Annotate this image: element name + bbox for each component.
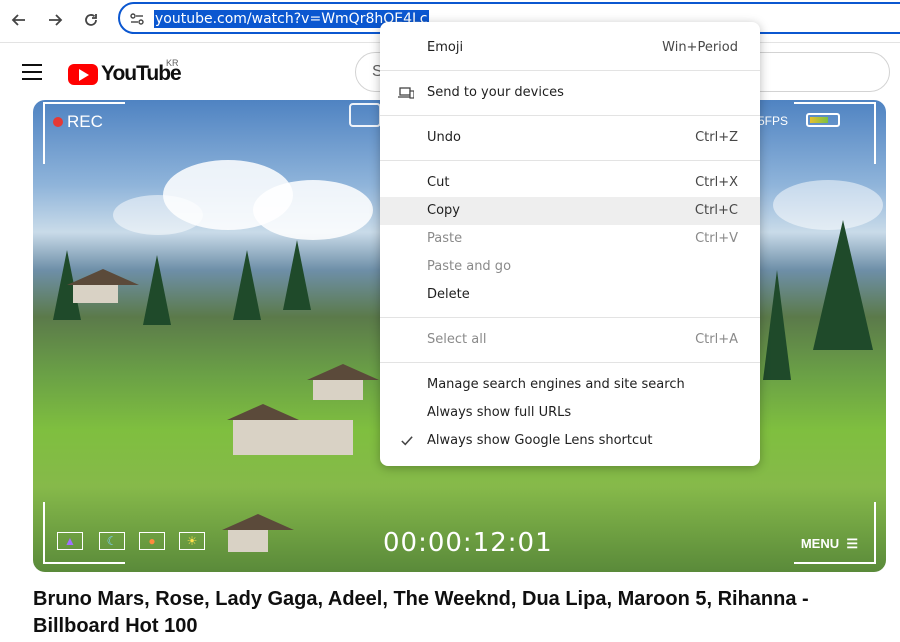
menu-item-label: Delete bbox=[427, 287, 470, 302]
arrow-left-icon bbox=[11, 14, 25, 26]
menu-item-label: Send to your devices bbox=[427, 85, 564, 100]
menu-item-label: Always show Google Lens shortcut bbox=[427, 433, 653, 448]
rec-label: REC bbox=[67, 112, 103, 131]
video-menu-label: MENU bbox=[800, 536, 840, 551]
timecode: 00:00:12:01 bbox=[383, 528, 553, 558]
devices-icon bbox=[398, 87, 414, 99]
menu-separator bbox=[380, 317, 760, 318]
hamburger-menu-icon[interactable] bbox=[22, 64, 42, 80]
youtube-logo[interactable]: YouTube bbox=[68, 62, 182, 86]
menu-item-select-all[interactable]: Select all Ctrl+A bbox=[380, 326, 760, 354]
menu-item-shortcut: Ctrl+C bbox=[694, 203, 738, 218]
menu-separator bbox=[380, 70, 760, 71]
menu-item-undo[interactable]: Undo Ctrl+Z bbox=[380, 124, 760, 152]
menu-item-delete[interactable]: Delete bbox=[380, 281, 760, 309]
battery-icon bbox=[806, 113, 840, 127]
menu-item-label: Paste bbox=[427, 231, 463, 246]
menu-item-shortcut: Ctrl+X bbox=[695, 175, 738, 190]
back-button[interactable] bbox=[6, 7, 32, 33]
menu-item-show-lens-shortcut[interactable]: Always show Google Lens shortcut bbox=[380, 427, 760, 455]
night-mode-icon: ☾ bbox=[99, 532, 125, 550]
menu-item-label: Copy bbox=[427, 203, 460, 218]
menu-item-label: Paste and go bbox=[427, 259, 512, 274]
sunset-mode-icon: ● bbox=[139, 532, 165, 550]
reload-icon bbox=[85, 14, 97, 26]
menu-item-paste-and-go[interactable]: Paste and go bbox=[380, 253, 760, 281]
menu-item-label: Select all bbox=[427, 332, 487, 347]
menu-item-cut[interactable]: Cut Ctrl+X bbox=[380, 169, 760, 197]
arrow-right-icon bbox=[49, 14, 63, 26]
forward-button[interactable] bbox=[42, 7, 68, 33]
menu-item-label: Undo bbox=[427, 130, 461, 145]
menu-separator bbox=[380, 362, 760, 363]
video-title: Bruno Mars, Rose, Lady Gaga, Adeel, The … bbox=[33, 588, 809, 637]
menu-item-emoji[interactable]: Emoji Win+Period bbox=[380, 34, 760, 62]
checkmark-icon bbox=[401, 436, 413, 446]
video-menu-button[interactable]: MENU ☰ bbox=[801, 536, 858, 552]
menu-item-shortcut: Ctrl+Z bbox=[695, 130, 738, 145]
menu-item-manage-search-engines[interactable]: Manage search engines and site search bbox=[380, 371, 760, 399]
menu-separator bbox=[380, 160, 760, 161]
menu-item-label: Manage search engines and site search bbox=[427, 377, 685, 392]
reload-button[interactable] bbox=[78, 7, 104, 33]
record-dot-icon bbox=[53, 117, 63, 127]
focus-frame-icon bbox=[349, 103, 381, 127]
menu-item-copy[interactable]: Copy Ctrl+C bbox=[380, 197, 760, 225]
region-code: KR bbox=[166, 58, 179, 68]
menu-separator bbox=[380, 115, 760, 116]
menu-item-shortcut: Ctrl+V bbox=[695, 231, 738, 246]
menu-item-label: Cut bbox=[427, 175, 450, 190]
mountain-mode-icon: ▲ bbox=[57, 532, 83, 550]
list-icon: ☰ bbox=[842, 536, 858, 551]
rec-indicator: REC bbox=[53, 112, 103, 132]
youtube-play-icon bbox=[68, 63, 98, 85]
sun-mode-icon: ☀ bbox=[179, 532, 205, 550]
menu-item-label: Emoji bbox=[427, 40, 464, 55]
context-menu: Emoji Win+Period Send to your devices Un… bbox=[380, 22, 760, 466]
menu-item-show-full-urls[interactable]: Always show full URLs bbox=[380, 399, 760, 427]
menu-item-label: Always show full URLs bbox=[427, 405, 572, 420]
menu-item-shortcut: Ctrl+A bbox=[695, 332, 738, 347]
menu-item-paste[interactable]: Paste Ctrl+V bbox=[380, 225, 760, 253]
menu-item-shortcut: Win+Period bbox=[662, 40, 738, 55]
site-info-icon[interactable] bbox=[128, 10, 146, 28]
menu-item-send-to-devices[interactable]: Send to your devices bbox=[380, 79, 760, 107]
